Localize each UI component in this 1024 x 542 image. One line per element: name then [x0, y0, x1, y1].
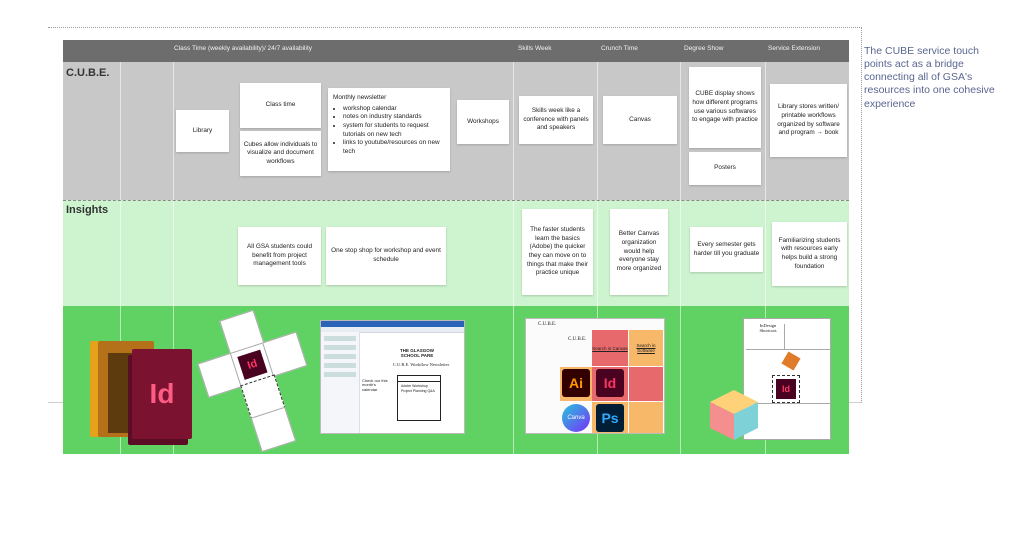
- card-posters: Posters: [689, 152, 761, 185]
- email-list-item: [324, 345, 356, 350]
- newsletter-heading: C.U.B.E. Workflow Newsletter: [392, 362, 450, 367]
- newsletter-item: links to youtube/resources on new tech: [343, 139, 445, 156]
- card-faster-students: The faster students learn the basics (Ad…: [522, 209, 593, 295]
- card-workshops: Workshops: [457, 100, 509, 144]
- card-every-semester: Every semester gets harder till you grad…: [690, 227, 763, 272]
- header-service-extension: Service Extension: [768, 45, 821, 52]
- newsletter-item: system for students to request tutorials…: [343, 122, 445, 139]
- indesign-icon: Id: [237, 349, 268, 380]
- cube-3d-image: [706, 386, 762, 442]
- indesign-icon: Id: [776, 379, 796, 399]
- shortcuts-title: InDesign Shortcuts: [759, 323, 777, 333]
- email-list-item: [324, 336, 356, 341]
- shortcuts-text-block: [784, 324, 829, 349]
- calendar-item: Project Planning Q&A: [401, 388, 435, 393]
- card-class-time: Class time: [240, 83, 321, 128]
- indesign-book-label: Id: [132, 349, 192, 439]
- newsletter-title: Monthly newsletter: [333, 94, 387, 101]
- card-library: Library: [176, 110, 229, 152]
- email-list-item: [324, 354, 356, 359]
- card-canvas: Canvas: [603, 96, 677, 144]
- card-library-stores: Library stores written/ printable workfl…: [770, 84, 847, 157]
- indesign-icon[interactable]: Id: [596, 369, 624, 397]
- shortcuts-center-face: Id: [772, 375, 800, 403]
- column-divider: [513, 62, 514, 454]
- card-better-canvas: Better Canvas organization would help ev…: [610, 209, 668, 295]
- calendar-icon: Adobe Workshop Project Planning Q&A: [397, 375, 441, 421]
- calendar-items: Adobe Workshop Project Planning Q&A: [398, 382, 440, 395]
- row-label-insights: Insights: [66, 204, 109, 216]
- canva-icon[interactable]: Canva: [562, 404, 590, 432]
- email-list-item: [324, 363, 356, 368]
- email-list: [321, 332, 360, 433]
- newsletter-school: THE GLASGOW SCHOOL PARE: [400, 348, 434, 358]
- canvas-tile: [629, 402, 663, 433]
- illustrator-icon[interactable]: Ai: [562, 369, 590, 397]
- header-skills-week: Skills Week: [518, 45, 552, 52]
- canvas-title: C.U.B.E.: [538, 322, 557, 327]
- card-cube-display: CUBE display shows how different program…: [689, 67, 761, 148]
- side-note: The CUBE service touch points act as a b…: [864, 45, 995, 110]
- canvas-subtitle: C.U.B.E.: [568, 337, 587, 342]
- photoshop-icon[interactable]: Ps: [596, 404, 624, 432]
- row-separator: [63, 200, 849, 201]
- header-degree-show: Degree Show: [684, 45, 724, 52]
- card-cubes-allow: Cubes allow individuals to visualize and…: [240, 131, 321, 176]
- row-label-cube: C.U.B.E.: [66, 67, 110, 79]
- newsletter-item: workshop calendar: [343, 105, 445, 114]
- card-familiarizing: Familiarizing students with resources ea…: [772, 222, 847, 286]
- search-canvas-link[interactable]: Search in Canvas: [592, 330, 628, 366]
- card-one-stop-shop: One stop shop for workshop and event sch…: [326, 227, 446, 285]
- card-gsa-students: All GSA students could benefit from proj…: [238, 227, 321, 285]
- newsletter-list: workshop calendar notes on industry stan…: [333, 105, 445, 157]
- card-monthly-newsletter: Monthly newsletter workshop calendar not…: [328, 88, 450, 171]
- search-software-link[interactable]: Search in Software: [629, 330, 663, 366]
- card-skills-week: Skills week like a conference with panel…: [519, 96, 593, 144]
- shortcuts-panel: [746, 349, 830, 374]
- indesign-books-image: Id: [90, 327, 192, 447]
- email-list-item: [324, 372, 356, 377]
- canvas-tile: [629, 367, 663, 401]
- canvas-screenshot: C.U.B.E. C.U.B.E. Search in Canvas Searc…: [525, 318, 665, 434]
- cube-3d-icon: [710, 390, 758, 440]
- header-class-time: Class Time (weekly availability)/ 24/7 a…: [174, 45, 312, 52]
- newsletter-item: notes on industry standards: [343, 113, 445, 122]
- header-crunch-time: Crunch Time: [601, 45, 638, 52]
- column-divider: [680, 62, 681, 454]
- shape-icon: [781, 351, 801, 371]
- newsletter-screenshot: THE GLASGOW SCHOOL PARE C.U.B.E. Workflo…: [320, 320, 465, 434]
- newsletter-checkout: Check our this month's calendar: [362, 378, 388, 392]
